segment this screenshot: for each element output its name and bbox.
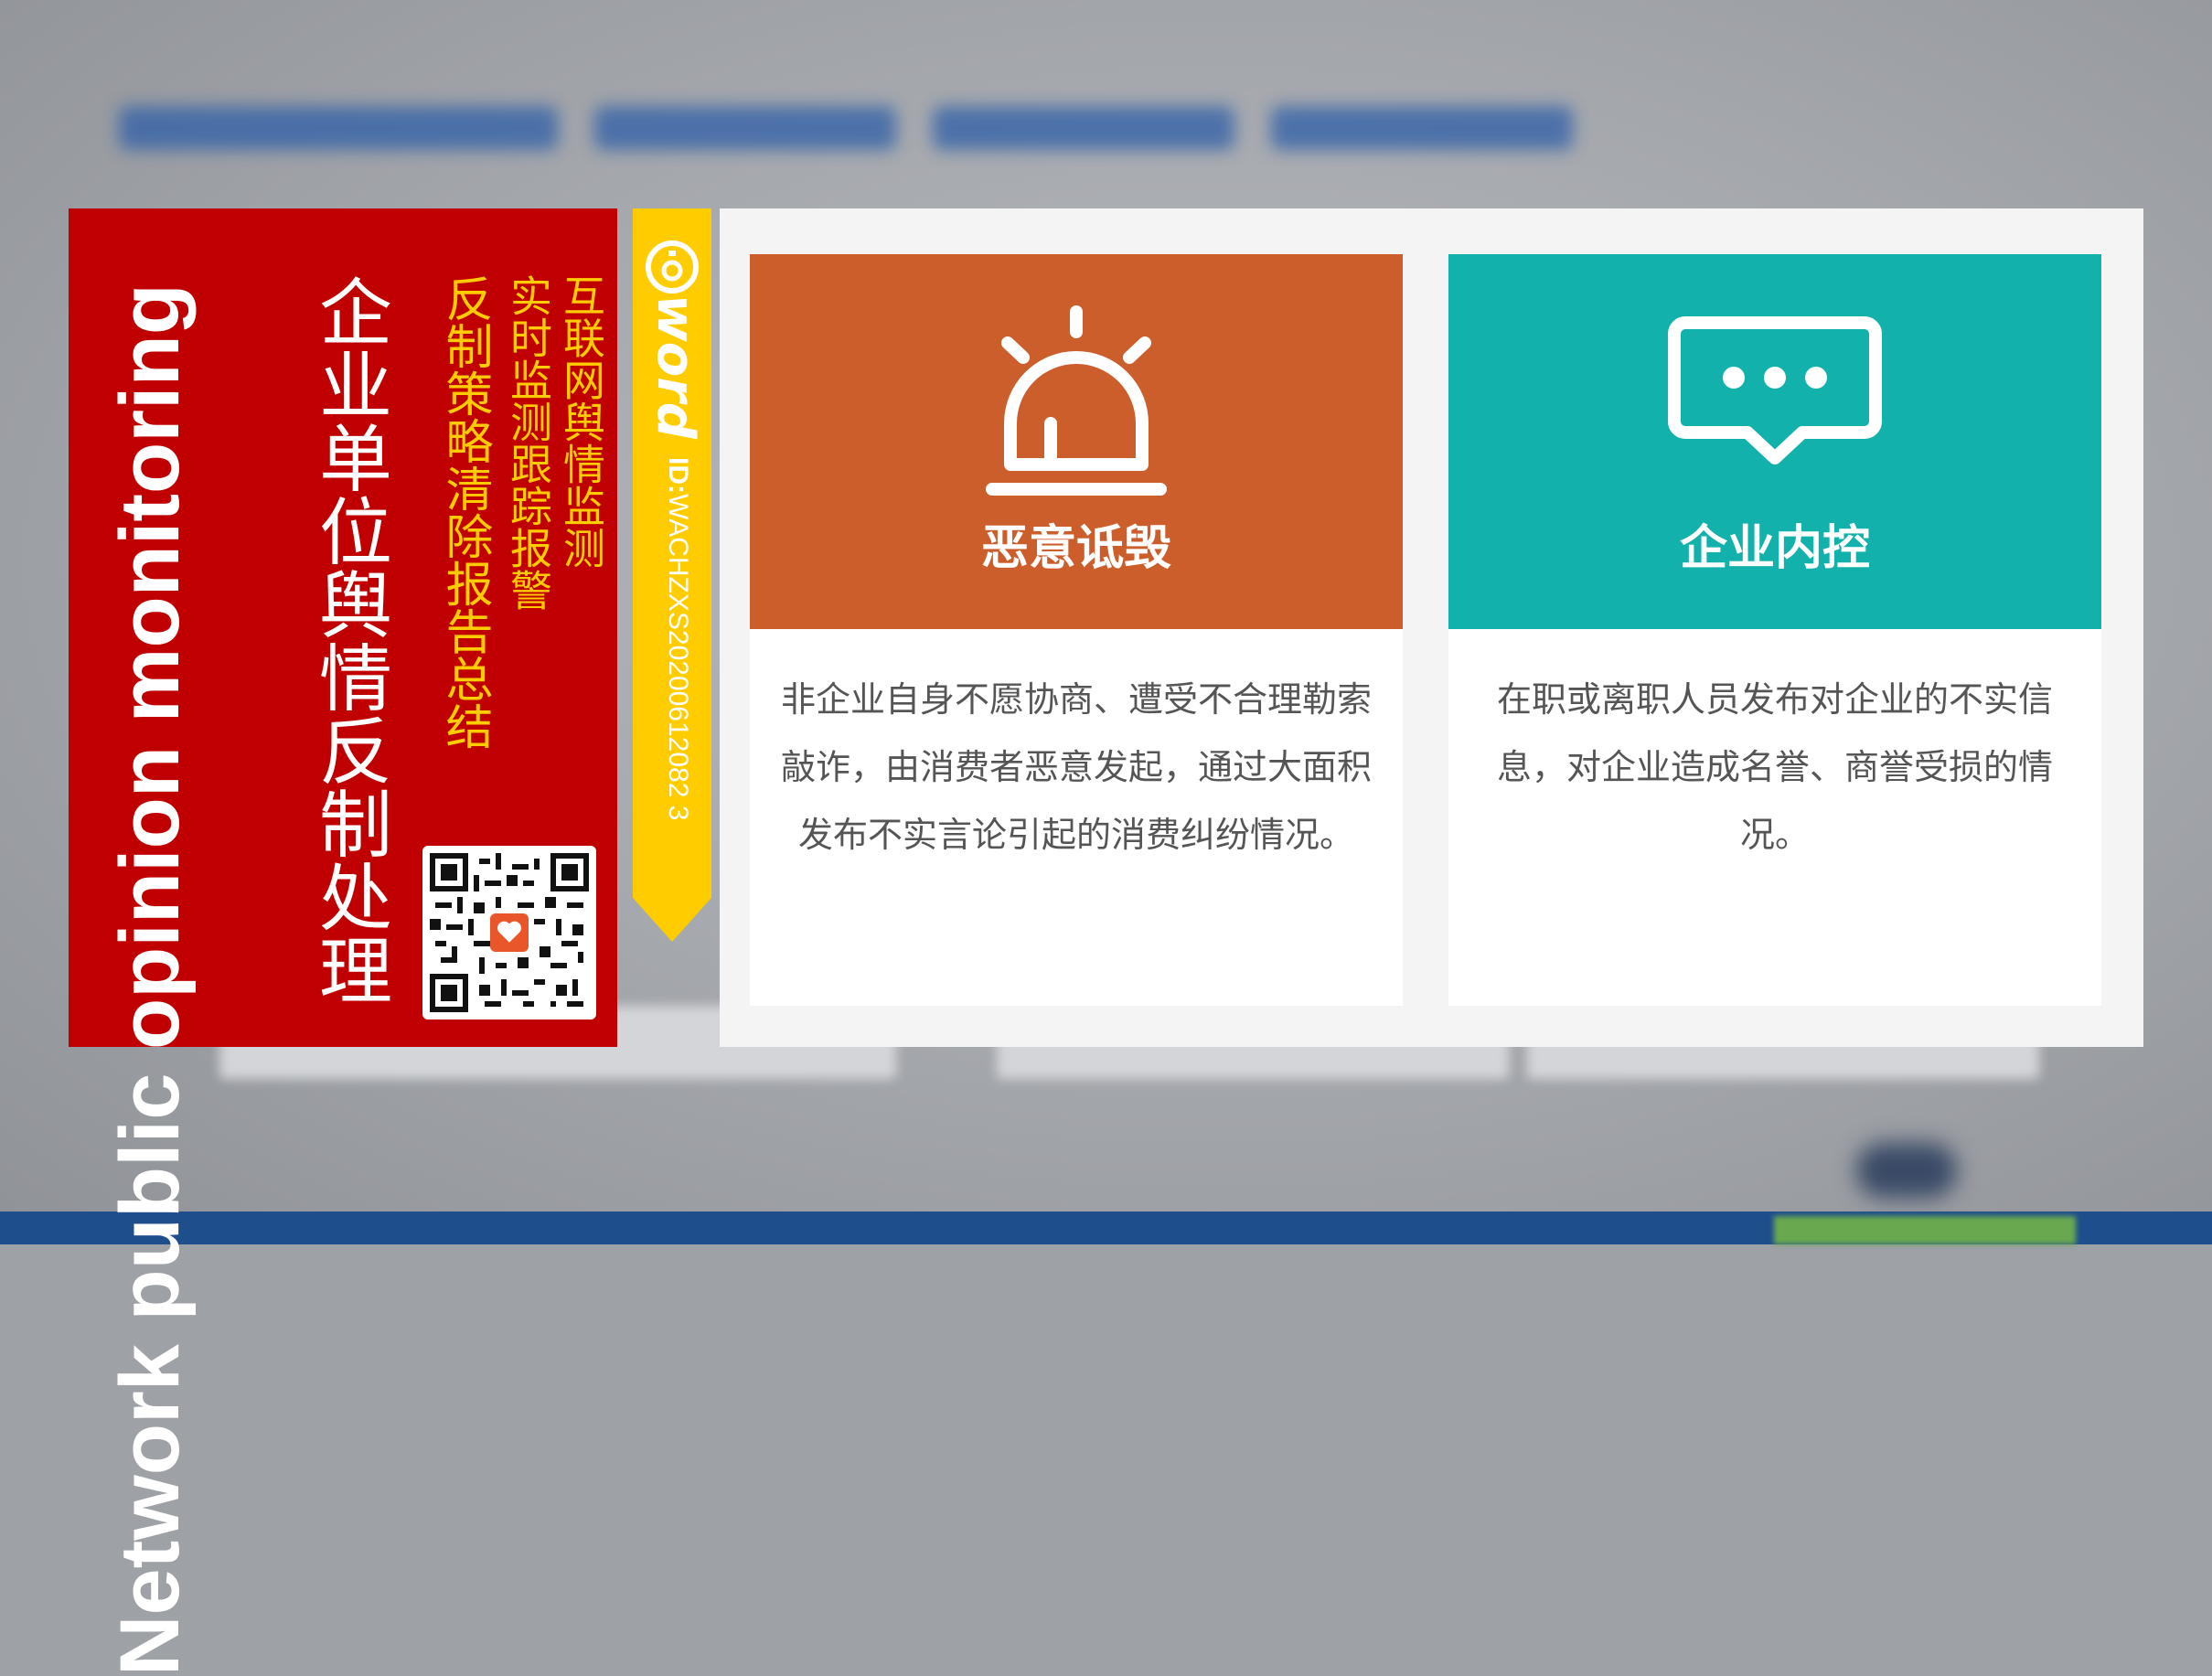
background-bottom-accent	[1774, 1216, 2076, 1244]
card-internal-control: 企业内控 在职或离职人员发布对企业的不实信息，对企业造成名誉、商誉受损的情况。	[1448, 254, 2101, 1006]
card-header: 企业内控	[1448, 254, 2101, 629]
alarm-siren-icon	[986, 305, 1167, 496]
background-blob	[1856, 1143, 1957, 1198]
brand-name: word	[646, 294, 705, 439]
card-description: 在职或离职人员发布对企业的不实信息，对企业造成名誉、商誉受损的情况。	[1496, 679, 2053, 855]
card-description: 非企业自身不愿协商、遭受不合理勒索敲诈，由消费者恶意发起，通过大面积发布不实言论…	[780, 679, 1372, 855]
chat-bubble-icon	[1668, 316, 1882, 464]
qr-code-icon	[430, 853, 589, 1012]
card-title: 企业内控	[1679, 521, 1870, 576]
background-headline-blur	[119, 87, 1673, 169]
qr-code[interactable]	[422, 846, 596, 1019]
brand-id-value: WACHZXS20200612082 3	[663, 494, 693, 821]
brand-id: ID:WACHZXS20200612082 3	[657, 457, 699, 820]
brand-id-label: ID:	[663, 457, 693, 494]
card-malicious-defamation: 恶意诋毁 非企业自身不愿协商、遭受不合理勒索敲诈，由消费者恶意发起，通过大面积发…	[750, 254, 1403, 1006]
subtitle-line-2: 实时监测跟踪报警	[504, 274, 553, 611]
card-header: 恶意诋毁	[750, 254, 1403, 629]
subtitle-line-1: 互联网舆情监测	[557, 274, 606, 569]
english-title: Network public opinion monitoring	[103, 283, 197, 1676]
card-title: 恶意诋毁	[980, 521, 1171, 576]
brand-logo-icon	[646, 240, 699, 294]
subtitle-line-3: 反制策略清除报告总结	[437, 274, 492, 750]
chinese-title: 企业单位舆情反制处理	[307, 274, 392, 1006]
